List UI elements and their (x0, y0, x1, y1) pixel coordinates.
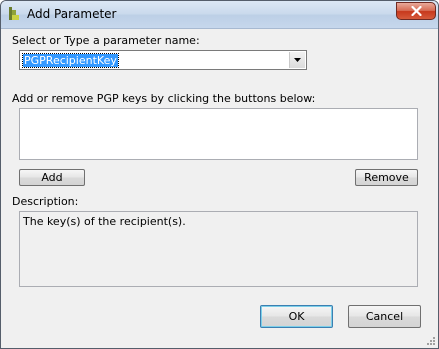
chevron-down-icon (294, 58, 301, 62)
title-bar[interactable]: Add Parameter (1, 1, 438, 29)
parameter-name-value[interactable]: PGPRecipientKey (22, 53, 119, 68)
parameter-name-label: Select or Type a parameter name: (12, 34, 200, 47)
pgp-keys-instruction: Add or remove PGP keys by clicking the b… (12, 92, 316, 105)
description-box: The key(s) of the recipient(s). (19, 211, 418, 287)
pgp-keys-list[interactable] (19, 108, 418, 160)
close-button[interactable] (396, 2, 436, 20)
remove-button[interactable]: Remove (355, 169, 418, 186)
cancel-button[interactable]: Cancel (348, 305, 421, 328)
ok-button[interactable]: OK (260, 305, 333, 328)
close-icon (411, 6, 422, 16)
add-parameter-dialog: Add Parameter Select or Type a parameter… (0, 0, 439, 349)
description-text: The key(s) of the recipient(s). (23, 215, 186, 228)
dropdown-button[interactable] (289, 52, 305, 68)
resize-grip-icon[interactable] (425, 335, 436, 346)
add-button[interactable]: Add (19, 169, 85, 186)
parameter-name-combobox[interactable]: PGPRecipientKey (19, 50, 307, 70)
app-icon (6, 6, 22, 22)
description-label: Description: (12, 195, 79, 208)
window-title: Add Parameter (27, 7, 117, 21)
dialog-body: Select or Type a parameter name: PGPReci… (9, 29, 430, 340)
